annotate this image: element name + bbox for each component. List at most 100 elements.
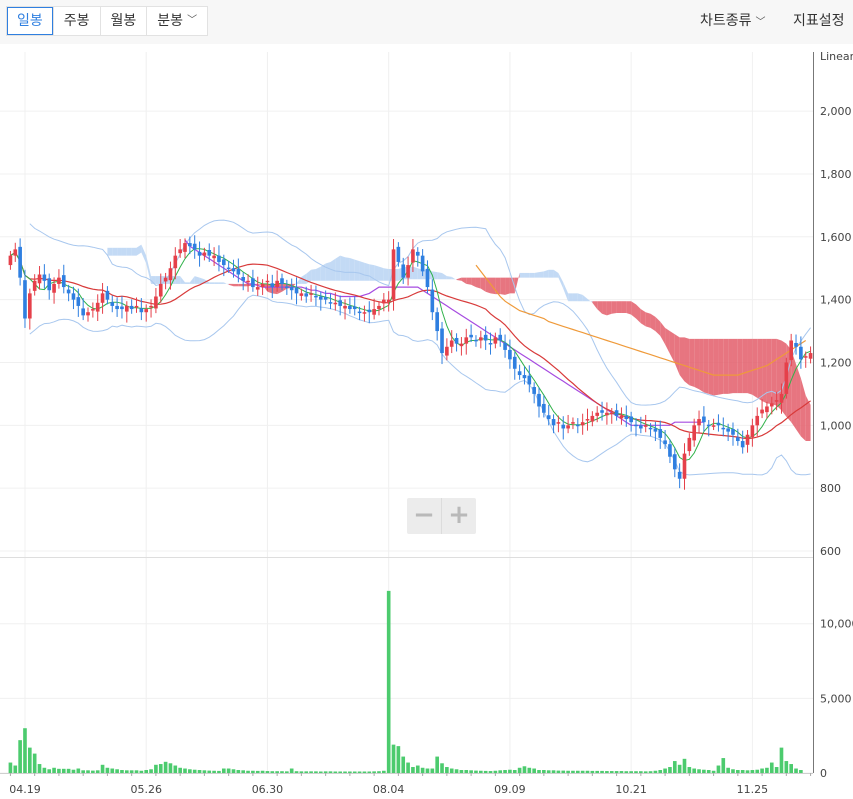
volume-bar [556,770,561,773]
candle-body [178,249,182,254]
cloud-segment [194,276,200,284]
cloud-segment [364,262,370,281]
zoom-in-button[interactable]: + [442,498,476,534]
chevron-down-icon: ﹀ [755,16,766,28]
volume-bar [183,768,187,773]
candle-body [571,422,575,424]
volume-bar [619,771,624,773]
chart-type-button[interactable]: 차트종류 ﹀ [700,10,766,30]
volume-bar [391,744,396,773]
candle-body [677,471,682,479]
volume-bar [614,771,619,773]
candle-body [493,337,498,344]
cloud-segment [471,277,476,288]
candle-body [348,305,352,310]
cloud-segment [228,283,234,287]
candle-body [8,255,13,266]
volume-bar [110,768,115,773]
tab-monthly[interactable]: 월봉 [101,7,148,35]
cloud-segment [519,272,525,278]
volume-bar [624,771,629,773]
volume-bar [23,728,27,773]
cloud-segment [723,338,729,394]
candle-body [192,243,197,250]
cloud-segment [189,276,195,284]
volume-bar [52,767,56,773]
candle-body [285,286,289,288]
stock-chart[interactable]: 2,000 1,800 1,600 1,400 1,200 1,000 800 600 10,0… [0,44,853,799]
candle-body [362,312,367,314]
cloud-segment [742,338,748,394]
date-label: 08.04 [373,783,405,796]
cloud-segment [121,247,127,256]
candle-body [736,437,740,442]
indicator-settings-button[interactable]: 지표설정 [793,10,845,30]
cloud-segment [325,261,331,281]
volume-bar [61,768,66,773]
candle-body [551,419,556,426]
volume-bar [120,770,124,773]
cloud-segment [684,337,690,386]
volume-bar [188,769,192,773]
volume-tick-label: 10,000 [820,618,853,631]
date-label: 04.19 [9,783,41,796]
ichimoku-cloud [107,244,811,442]
volume-bar [251,770,255,773]
cloud-segment [461,277,467,284]
candle-body [731,429,735,435]
candle-body [624,415,629,420]
volume-bar [158,764,163,773]
candle-body [692,425,697,441]
candle-body [755,415,760,426]
cloud-segment [650,313,656,332]
volume-bar [241,770,246,773]
candle-body [134,305,139,308]
volume-bar [702,769,706,773]
zoom-out-button[interactable]: − [407,498,442,534]
candle-body [556,422,561,424]
tab-daily[interactable]: 일봉 [7,7,54,35]
candle-body [619,415,624,419]
candle-body [517,371,522,376]
volume-bar [32,753,37,773]
cloud-segment [500,277,506,295]
cloud-segment [592,301,598,310]
date-label: 10.21 [615,783,647,796]
cloud-segment [553,269,559,278]
cloud-segment [563,282,569,302]
volume-bar [299,771,304,773]
cloud-segment [335,255,341,281]
cloud-segment [645,312,651,328]
cloud-segment [689,338,695,387]
candle-body [454,337,459,344]
candle-body [28,293,32,319]
volume-bar [178,767,182,773]
volume-bar [396,746,401,773]
volume-bar [415,765,420,773]
tab-weekly[interactable]: 주봉 [54,7,101,35]
volume-bar [57,768,61,773]
tab-minute[interactable]: 분봉 ﹀ [147,7,207,35]
cloud-segment [378,266,384,281]
volume-bar [289,768,294,773]
cloud-segment [490,277,496,295]
candle-body [799,346,803,360]
volume-bar [605,771,609,773]
chart-toolbar: 일봉 주봉 월봉 분봉 ﹀ 차트종류 ﹀ 지표설정 [0,0,853,44]
cloud-segment [728,338,733,394]
cloud-segment [669,331,675,364]
volume-bar [449,768,454,773]
candle-body [42,274,47,281]
cloud-segment [480,277,486,292]
candle-body [52,283,56,293]
volume-bar [105,767,110,773]
cloud-segment [233,283,239,287]
volume-bar [270,771,275,773]
axes: 2,000 1,800 1,600 1,400 1,200 1,000 800 600 10,0… [0,52,853,796]
cloud-segment [703,338,709,394]
candle-body [658,429,663,438]
cloud-segment [456,277,462,281]
volume-bar [86,770,90,773]
volume-bar [483,770,488,773]
volume-bar [173,765,178,773]
